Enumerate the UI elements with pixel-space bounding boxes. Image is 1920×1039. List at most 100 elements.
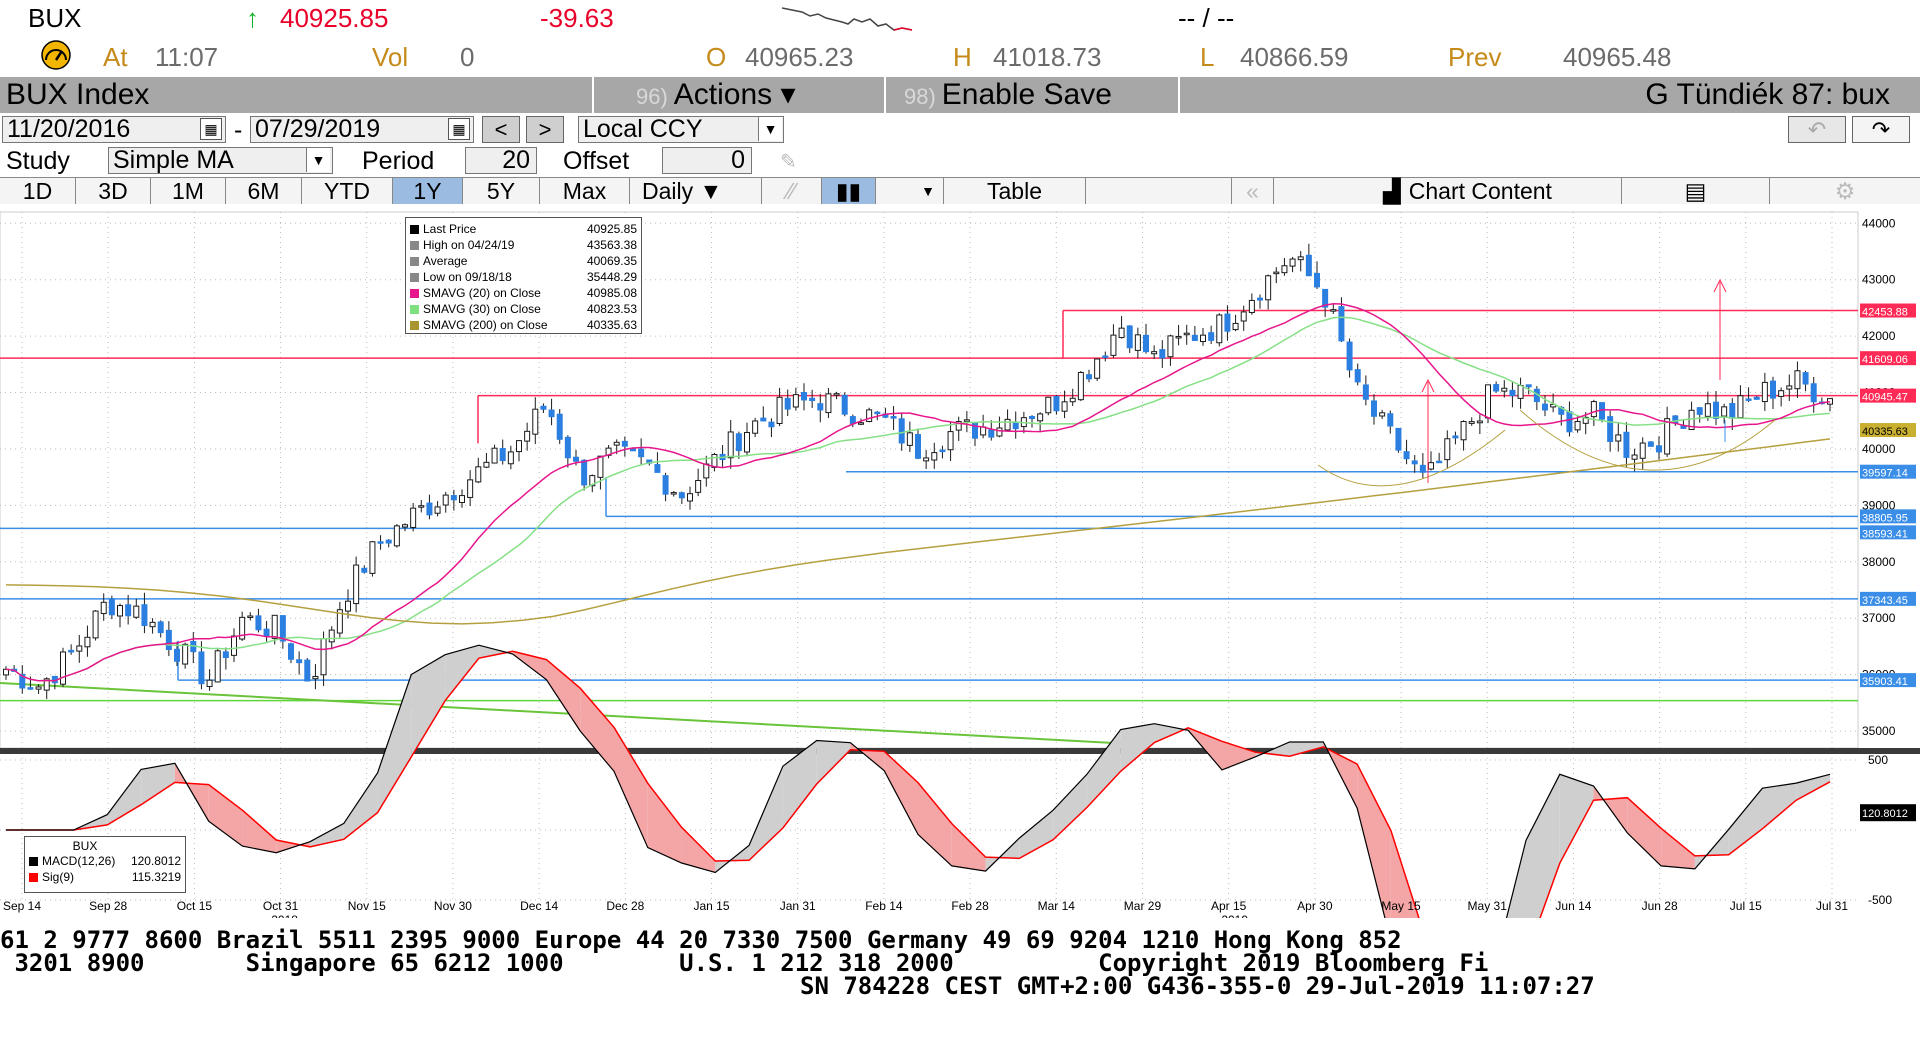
candle-body <box>1436 460 1443 464</box>
candle-body <box>687 493 693 502</box>
y-tick-label: 44000 <box>1862 216 1896 230</box>
annotate-icon[interactable]: ▤ <box>1622 178 1770 204</box>
prev-period-button[interactable]: < <box>482 116 520 143</box>
candle-body <box>1664 418 1671 455</box>
candle-body <box>874 411 881 415</box>
candle-body <box>100 601 107 615</box>
prev-label: Prev <box>1448 42 1502 72</box>
candle-body <box>1761 381 1768 403</box>
candle-body <box>157 621 164 634</box>
legend-swatch <box>410 225 419 235</box>
tab-3d[interactable]: 3D <box>76 178 151 204</box>
pencil-icon[interactable]: ✎ <box>780 149 797 174</box>
candle-body <box>1729 403 1736 419</box>
candle-body <box>1493 384 1500 392</box>
candle-body <box>483 461 490 468</box>
frequency-select[interactable]: Daily ▼ <box>630 178 762 204</box>
tab-1d[interactable]: 1D <box>0 178 76 204</box>
next-period-button[interactable]: > <box>526 116 564 143</box>
x-tick-label: Jun 14 <box>1555 899 1591 913</box>
candle-body <box>809 397 816 402</box>
candle-body <box>1297 256 1304 261</box>
price-tag-label: 40945.47 <box>1862 392 1908 404</box>
tab-1y[interactable]: 1Y <box>393 178 463 204</box>
ticker: BUX <box>28 3 82 33</box>
vol-label: Vol <box>372 42 409 72</box>
candle-chart-icon[interactable]: ▮▮ <box>822 178 876 204</box>
tab-6m[interactable]: 6M <box>226 178 302 204</box>
candle-body <box>312 675 319 680</box>
candle-body <box>426 502 433 516</box>
candle-body <box>630 448 636 452</box>
candle-body <box>174 648 180 662</box>
year-label: 2018 <box>271 913 298 918</box>
candle-body <box>1004 418 1011 431</box>
macd-legend-row: Sig(9) 115.3219 <box>29 869 181 885</box>
gear-icon[interactable]: ⚙ <box>1770 178 1920 204</box>
footer-line-3: SN 784228 CEST GMT+2:00 G436-355-0 29-Ju… <box>800 972 1595 1000</box>
legend-row: SMAVG (20) on Close 40985.08 <box>410 285 637 301</box>
candle-body <box>996 427 1003 437</box>
candle-body <box>125 604 132 617</box>
chevron-down-icon[interactable]: ▼ <box>758 117 782 141</box>
undo-icon[interactable]: ↶ <box>1788 116 1846 143</box>
candle-body <box>760 417 767 422</box>
candle-body <box>231 635 237 656</box>
candle-body <box>768 421 775 428</box>
candle-body <box>1200 334 1206 343</box>
price-tag-label: 35903.41 <box>1862 676 1908 688</box>
candle-body <box>271 614 278 639</box>
actions-menu[interactable]: 96) Actions ▾ <box>596 77 886 113</box>
calendar-icon[interactable]: ▦ <box>448 118 470 140</box>
calendar-icon[interactable]: ▦ <box>200 118 222 140</box>
candle-body <box>1615 434 1622 442</box>
candle-body <box>1794 370 1801 390</box>
tab-ytd[interactable]: YTD <box>302 178 393 204</box>
candle-body <box>27 687 34 690</box>
tab-1m[interactable]: 1M <box>151 178 226 204</box>
candle-body <box>1240 311 1247 322</box>
candle-body <box>84 636 91 648</box>
collapse-icon[interactable]: « <box>1232 178 1274 204</box>
chevron-down-icon[interactable]: ▼ <box>876 178 944 204</box>
end-date-field[interactable]: 07/29/2019 <box>250 116 474 143</box>
chart-content-button[interactable]: ▟ Chart Content <box>1274 178 1622 204</box>
line-chart-icon[interactable]: ⁄⁄ <box>762 178 822 204</box>
candle-body <box>1338 306 1345 342</box>
price-tag-label: 39597.14 <box>1862 468 1908 480</box>
candle-body <box>1224 313 1231 332</box>
tab-max[interactable]: Max <box>540 178 630 204</box>
price-chart[interactable]: 4400043000420004100040000390003800037000… <box>0 206 1920 918</box>
redo-icon[interactable]: ↷ <box>1852 116 1910 143</box>
candle-body <box>1403 451 1410 460</box>
candle-body <box>1118 327 1125 339</box>
candle-body <box>1476 420 1483 424</box>
x-tick-label: Nov 15 <box>348 899 386 913</box>
blank-tab <box>1086 178 1232 204</box>
candle-body <box>1770 380 1776 399</box>
study-row: Study Simple MA ▼ Period 20 Offset 0 ✎ <box>0 145 1920 175</box>
candle-body <box>1574 420 1581 431</box>
candle-body <box>499 448 506 462</box>
enable-save-button[interactable]: 98) Enable Save <box>888 77 1180 113</box>
period-input[interactable]: 20 <box>465 147 537 174</box>
candle-body <box>858 422 864 425</box>
start-date-field[interactable]: 11/20/2016 <box>2 116 226 143</box>
candle-body <box>556 413 563 440</box>
candle-body <box>198 651 205 685</box>
table-button[interactable]: Table <box>944 178 1086 204</box>
security-field[interactable]: BUX Index <box>0 77 594 113</box>
tab-5y[interactable]: 5Y <box>463 178 540 204</box>
chevron-down-icon[interactable]: ▼ <box>306 148 330 172</box>
study-select[interactable]: Simple MA <box>108 147 333 174</box>
candle-body <box>516 440 522 453</box>
y-tick-label: 37000 <box>1862 611 1896 625</box>
candle-body <box>947 431 954 451</box>
chart-name[interactable]: G Tündiék 87: bux <box>1182 77 1920 113</box>
currency-select[interactable]: Local CCY <box>578 116 784 143</box>
candle-body <box>1704 403 1711 417</box>
candle-body <box>744 431 750 453</box>
x-tick-label: Sep 14 <box>3 899 41 913</box>
candle-body <box>1460 421 1467 441</box>
offset-input[interactable]: 0 <box>662 147 752 174</box>
